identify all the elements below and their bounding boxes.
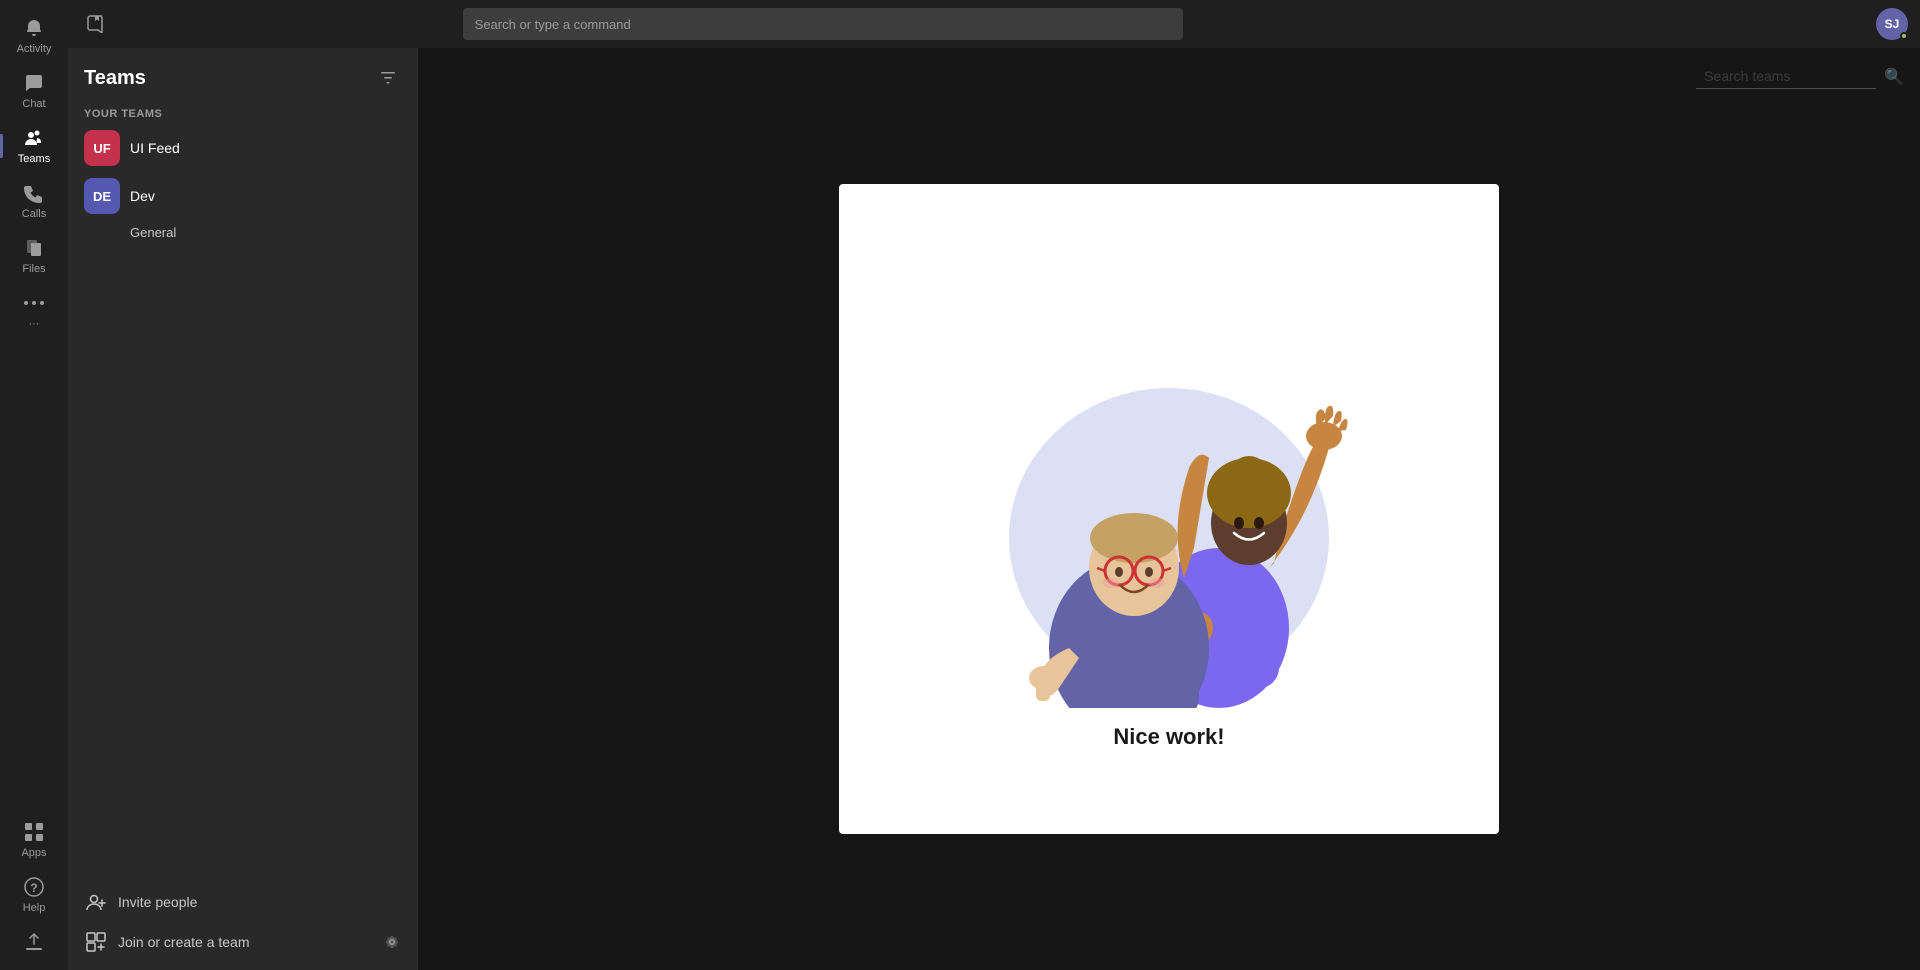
more-icon <box>22 291 46 315</box>
compose-button[interactable] <box>80 8 112 40</box>
teams-panel: Teams Your teams UF UI Feed ... <box>68 48 418 970</box>
avatar[interactable]: SJ <box>1876 8 1908 40</box>
modal-title: Nice work! <box>1113 724 1224 750</box>
invite-people-button[interactable]: Invite people <box>68 882 418 922</box>
modal-overlay[interactable]: Nice work! <box>418 48 1920 970</box>
modal-illustration <box>969 288 1369 708</box>
sidebar-item-label: Help <box>23 902 46 914</box>
sidebar-item-label: Files <box>22 263 45 275</box>
sidebar-item-label: Calls <box>22 208 46 220</box>
teams-bottom: Invite people Join or create a tea <box>68 874 418 970</box>
modal-dialog: Nice work! <box>839 184 1499 834</box>
teams-add-icon <box>84 930 108 954</box>
teams-icon <box>22 126 46 150</box>
team-item-ui-feed[interactable]: UF UI Feed ... <box>68 124 418 172</box>
sidebar-item-chat[interactable]: Chat <box>0 63 68 118</box>
upload-icon <box>22 930 46 954</box>
content-area: Teams Your teams UF UI Feed ... <box>68 48 1920 970</box>
chat-icon <box>22 71 46 95</box>
teams-header: Teams <box>68 48 418 100</box>
main-container: Search or type a command SJ Teams <box>68 0 1920 970</box>
search-bar[interactable]: Search or type a command <box>463 8 1183 40</box>
team-item-dev[interactable]: DE Dev ... <box>68 172 418 220</box>
avatar-status <box>1900 32 1908 40</box>
your-teams-label: Your teams <box>68 100 418 124</box>
filter-button[interactable] <box>374 64 402 92</box>
join-create-label: Join or create a team <box>118 934 250 950</box>
join-create-team-button[interactable]: Join or create a team <box>68 922 418 962</box>
person-add-icon <box>84 890 108 914</box>
sidebar-item-calls[interactable]: Calls <box>0 173 68 228</box>
svg-text:?: ? <box>30 881 37 895</box>
help-icon: ? <box>22 875 46 899</box>
channel-item-general[interactable]: General <box>68 220 418 245</box>
team-name-dev: Dev <box>130 188 377 204</box>
manage-teams-settings-icon[interactable] <box>382 932 402 952</box>
sidebar-item-files[interactable]: Files <box>0 228 68 283</box>
invite-people-label: Invite people <box>118 894 197 910</box>
sidebar-item-label: Chat <box>22 98 45 110</box>
search-placeholder: Search or type a command <box>475 17 631 32</box>
sidebar-item-upload[interactable] <box>0 922 68 962</box>
team-avatar-ui-feed: UF <box>84 130 120 166</box>
files-icon <box>22 236 46 260</box>
sidebar: Activity Chat Teams Calls <box>0 0 68 970</box>
sidebar-item-label: ··· <box>29 318 40 330</box>
sidebar-item-help[interactable]: ? Help <box>0 867 68 922</box>
phone-icon <box>22 181 46 205</box>
sidebar-item-teams[interactable]: Teams <box>0 118 68 173</box>
topbar: Search or type a command SJ <box>68 0 1920 48</box>
teams-panel-title: Teams <box>84 67 146 90</box>
team-name-ui-feed: UI Feed <box>130 140 377 156</box>
apps-icon <box>22 820 46 844</box>
sidebar-item-label: Teams <box>18 153 50 165</box>
sidebar-item-activity[interactable]: Activity <box>0 8 68 63</box>
right-area: 🔍 <box>418 48 1920 970</box>
sidebar-item-more[interactable]: ··· <box>0 283 68 338</box>
sidebar-item-apps[interactable]: Apps <box>0 812 68 867</box>
sidebar-item-label: Apps <box>21 847 46 859</box>
bell-icon <box>22 16 46 40</box>
team-avatar-dev: DE <box>84 178 120 214</box>
sidebar-item-label: Activity <box>17 43 52 55</box>
